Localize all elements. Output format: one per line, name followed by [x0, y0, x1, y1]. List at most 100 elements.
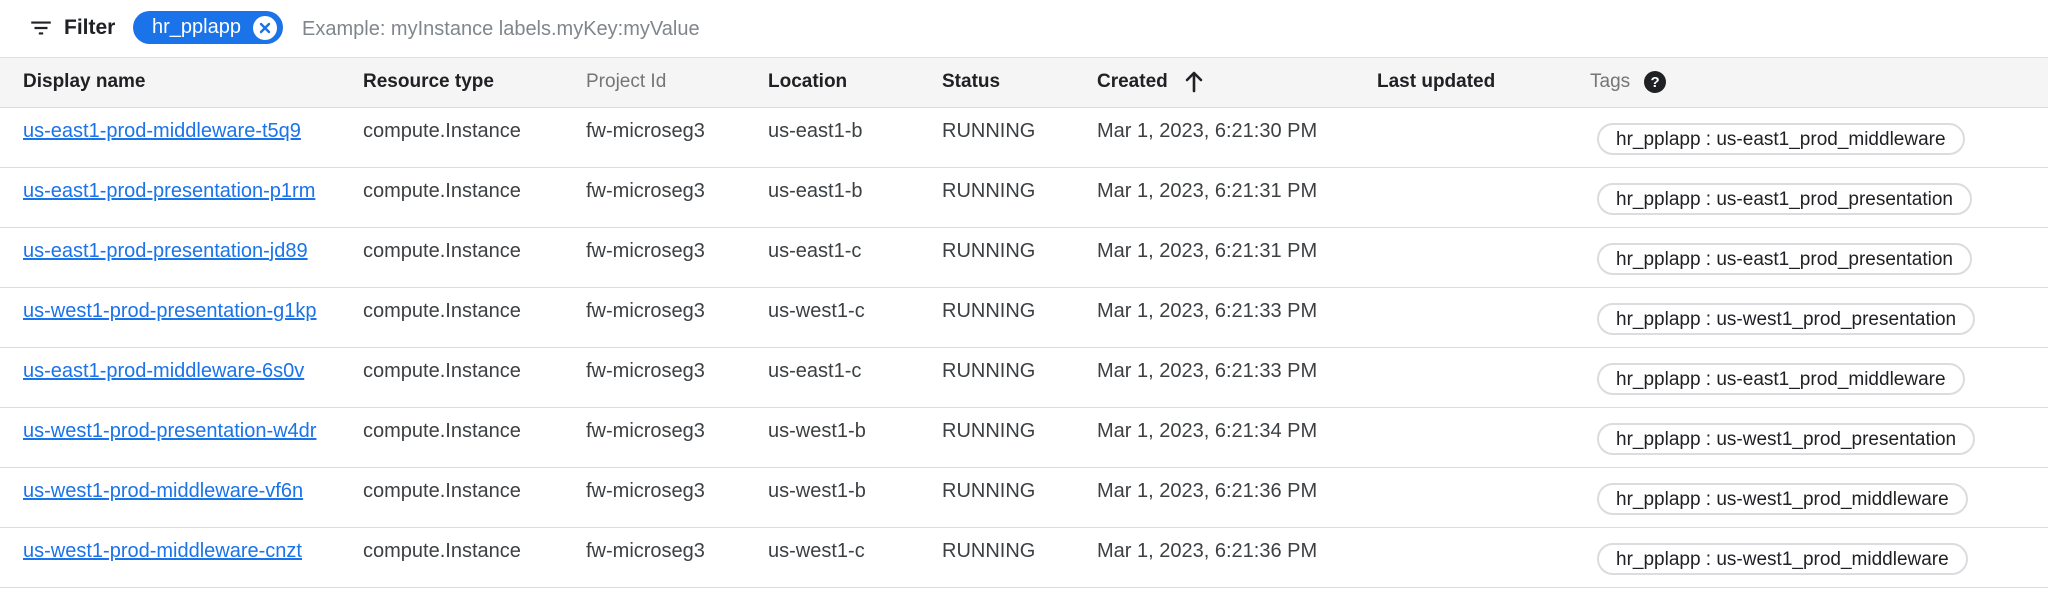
display-name-link[interactable]: us-west1-prod-middleware-vf6n: [23, 480, 303, 502]
column-header-display-name[interactable]: Display name: [0, 58, 363, 108]
cell-content: us-east1-prod-middleware-6s0v: [0, 348, 363, 383]
tag-chip: hr_pplapp : us-west1_prod_presentation: [1597, 422, 1976, 455]
cell-content: us-west1-prod-presentation-g1kp: [0, 288, 363, 323]
last-updated-cell: [1377, 528, 1590, 540]
filter-input[interactable]: [300, 10, 1004, 48]
arrow-upward-icon[interactable]: [1182, 70, 1206, 94]
table-cell: compute.Instance: [363, 527, 586, 588]
table-cell: us-west1-prod-presentation-w4dr: [0, 407, 363, 468]
table-row[interactable]: us-east1-prod-presentation-p1rm compute.I…: [0, 167, 2048, 228]
filter-chip-label: hr_pplapp: [152, 16, 241, 38]
created-cell: Mar 1, 2023, 6:21:36 PM: [1097, 539, 1318, 562]
last-updated-cell: [1377, 228, 1590, 240]
table-cell: hr_pplapp : us-east1_prod_presentation: [1590, 227, 2048, 288]
last-updated-cell: [1377, 168, 1590, 180]
table-row[interactable]: us-west1-prod-presentation-w4dr compute.I…: [0, 407, 2048, 468]
table-cell: RUNNING: [942, 107, 1097, 168]
table-cell: us-east1-prod-middleware-6s0v: [0, 347, 363, 408]
location-cell: us-east1-b: [768, 179, 863, 202]
table-row[interactable]: us-west1-prod-presentation-g1kp compute.I…: [0, 287, 2048, 348]
table-cell: Mar 1, 2023, 6:21:33 PM: [1097, 287, 1377, 348]
filter-button[interactable]: Filter: [28, 10, 115, 46]
chip-remove-icon[interactable]: [252, 15, 277, 40]
column-header-label: Project Id: [586, 71, 667, 93]
help-icon[interactable]: ?: [1644, 71, 1667, 94]
status-cell: RUNNING: [942, 359, 1036, 382]
created-cell: Mar 1, 2023, 6:21:30 PM: [1097, 119, 1318, 142]
close-icon: [259, 22, 271, 33]
table-row[interactable]: us-east1-prod-middleware-6s0v compute.Ins…: [0, 347, 2048, 408]
table-cell: [1377, 167, 1590, 228]
column-header-label: Status: [942, 71, 1001, 93]
table-cell: us-east1-b: [768, 167, 942, 228]
table-cell: hr_pplapp : us-west1_prod_presentation: [1590, 407, 2048, 468]
display-name-link[interactable]: us-west1-prod-middleware-cnzt: [23, 540, 302, 562]
table-cell: [1377, 347, 1590, 408]
display-name-link[interactable]: us-east1-prod-presentation-p1rm: [23, 180, 315, 202]
location-cell: us-west1-b: [768, 419, 866, 442]
table-cell: [1377, 467, 1590, 528]
column-header-resource-type[interactable]: Resource type: [363, 58, 586, 108]
display-name-link[interactable]: us-east1-prod-presentation-jd89: [23, 240, 308, 262]
table-row[interactable]: us-east1-prod-presentation-jd89 compute.I…: [0, 227, 2048, 288]
table-cell: RUNNING: [942, 347, 1097, 408]
table-cell: hr_pplapp : us-west1_prod_middleware: [1590, 527, 2048, 588]
status-cell: RUNNING: [942, 179, 1036, 202]
table-body: us-east1-prod-middleware-t5q9 compute.Ins…: [0, 107, 2048, 588]
table-cell: fw-microseg3: [586, 107, 768, 168]
filter-chip[interactable]: hr_pplapp: [133, 11, 283, 44]
table-cell: compute.Instance: [363, 287, 586, 348]
table-cell: us-east1-c: [768, 347, 942, 408]
tag-chip: hr_pplapp : us-west1_prod_middleware: [1597, 542, 1968, 575]
display-name-link[interactable]: us-west1-prod-presentation-w4dr: [23, 420, 316, 442]
tag-chip: hr_pplapp : us-west1_prod_middleware: [1597, 482, 1968, 515]
column-header-project-id: Project Id: [586, 58, 768, 108]
table-cell: fw-microseg3: [586, 467, 768, 528]
column-header-last-updated[interactable]: Last updated: [1377, 58, 1590, 108]
table-row[interactable]: us-east1-prod-middleware-t5q9 compute.Ins…: [0, 107, 2048, 168]
table-cell: us-west1-prod-presentation-g1kp: [0, 287, 363, 348]
column-header-created[interactable]: Created: [1097, 58, 1377, 108]
last-updated-cell: [1377, 468, 1590, 480]
table-cell: compute.Instance: [363, 467, 586, 528]
table-cell: us-west1-b: [768, 407, 942, 468]
column-header-location[interactable]: Location: [768, 58, 942, 108]
display-name-link[interactable]: us-west1-prod-presentation-g1kp: [23, 300, 317, 322]
resource-type-cell: compute.Instance: [363, 119, 521, 142]
table-cell: RUNNING: [942, 287, 1097, 348]
table-cell: fw-microseg3: [586, 287, 768, 348]
table-cell: Mar 1, 2023, 6:21:36 PM: [1097, 467, 1377, 528]
resource-type-cell: compute.Instance: [363, 179, 521, 202]
display-name-link[interactable]: us-east1-prod-middleware-t5q9: [23, 120, 301, 142]
table-cell: Mar 1, 2023, 6:21:34 PM: [1097, 407, 1377, 468]
column-header-label: Tags: [1590, 71, 1631, 93]
table-row[interactable]: us-west1-prod-middleware-cnzt compute.Ins…: [0, 527, 2048, 588]
table-cell: us-east1-c: [768, 227, 942, 288]
resource-type-cell: compute.Instance: [363, 299, 521, 322]
cell-content: us-west1-prod-middleware-cnzt: [0, 528, 363, 563]
display-name-link[interactable]: us-east1-prod-middleware-6s0v: [23, 360, 304, 382]
column-header-label: Resource type: [363, 71, 494, 93]
table-cell: us-west1-c: [768, 287, 942, 348]
tag-chip: hr_pplapp : us-east1_prod_presentation: [1597, 182, 1972, 215]
status-cell: RUNNING: [942, 119, 1036, 142]
filter-list-icon: [31, 21, 51, 35]
table-cell: fw-microseg3: [586, 347, 768, 408]
table-cell: Mar 1, 2023, 6:21:30 PM: [1097, 107, 1377, 168]
table-cell: RUNNING: [942, 167, 1097, 228]
project-id-cell: fw-microseg3: [586, 299, 705, 322]
table-header-row: Display name Resource type Project Id Lo…: [0, 58, 2048, 108]
location-cell: us-west1-c: [768, 539, 865, 562]
table-cell: us-east1-b: [768, 107, 942, 168]
column-header-status[interactable]: Status: [942, 58, 1097, 108]
last-updated-cell: [1377, 348, 1590, 360]
table-cell: us-west1-prod-middleware-vf6n: [0, 467, 363, 528]
table-cell: us-east1-prod-presentation-jd89: [0, 227, 363, 288]
resource-type-cell: compute.Instance: [363, 359, 521, 382]
table-cell: RUNNING: [942, 467, 1097, 528]
table-cell: [1377, 107, 1590, 168]
table-row[interactable]: us-west1-prod-middleware-vf6n compute.Ins…: [0, 467, 2048, 528]
last-updated-cell: [1377, 408, 1590, 420]
location-cell: us-east1-c: [768, 359, 862, 382]
tag-chip: hr_pplapp : us-east1_prod_presentation: [1597, 242, 1972, 275]
